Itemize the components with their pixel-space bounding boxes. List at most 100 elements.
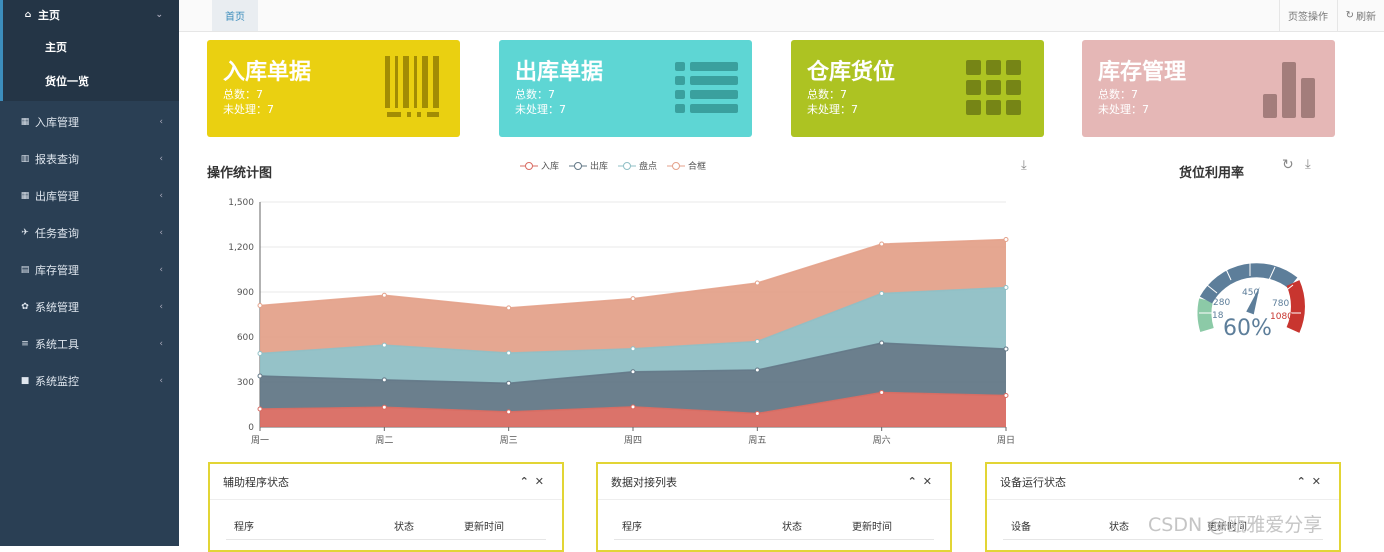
page-ops-button[interactable]: 页签操作 xyxy=(1279,0,1336,31)
list-icon xyxy=(675,62,738,113)
calculator-icon: ▦ xyxy=(20,190,30,201)
panel-title: 辅助程序状态 xyxy=(223,475,289,489)
card-locations[interactable]: 仓库货位 总数：7 未处理：7 xyxy=(791,40,1044,137)
refresh-label: 刷新 xyxy=(1356,12,1376,23)
sidebar-item-inbound[interactable]: ▦ 入库管理 ‹ xyxy=(0,103,179,140)
data-point xyxy=(506,305,512,311)
top-bar: 首页 页签操作 ↻ 刷新 xyxy=(179,0,1384,32)
data-point xyxy=(381,342,387,348)
card-title: 入库单据 xyxy=(223,60,312,85)
legend-label: 入库 xyxy=(541,162,560,172)
gauge-title: 货位利用率 xyxy=(1179,166,1245,181)
gauge-tick-label: 18 xyxy=(1212,311,1224,321)
sidebar-item-label: 系统管理 xyxy=(35,300,79,314)
card-total: 总数：7 xyxy=(807,88,847,101)
bar-chart-icon xyxy=(1263,62,1315,118)
sidebar-item-reports[interactable]: ▥ 报表查询 ‹ xyxy=(0,140,179,177)
card-outbound[interactable]: 出库单据 总数：7 未处理：7 xyxy=(499,40,752,137)
sidebar-subitem-locations[interactable]: 货位一览 xyxy=(3,64,179,98)
y-tick-label: 0 xyxy=(248,423,254,433)
data-point xyxy=(879,340,885,346)
refresh-icon: ↻ xyxy=(1345,10,1354,21)
refresh-button[interactable]: ↻ 刷新 xyxy=(1336,0,1384,31)
download-icon[interactable]: ⤓ xyxy=(1305,157,1311,172)
data-point xyxy=(630,346,636,352)
data-point xyxy=(1003,346,1009,352)
chevron-left-icon: ‹ xyxy=(159,338,163,349)
legend-label: 合框 xyxy=(688,162,707,172)
x-tick-label: 周六 xyxy=(873,434,891,446)
gauge-tick-label: 1080 xyxy=(1270,312,1293,322)
x-tick-label: 周一 xyxy=(251,435,269,446)
download-icon[interactable]: ⤓ xyxy=(1021,158,1027,173)
chevron-left-icon: ‹ xyxy=(159,116,163,127)
card-total: 总数：7 xyxy=(1098,88,1138,101)
legend-item[interactable]: 出库 xyxy=(569,159,608,172)
card-title: 出库单据 xyxy=(515,60,604,85)
legend-label: 出库 xyxy=(590,162,609,172)
data-point xyxy=(879,291,885,296)
sidebar-item-label: 入库管理 xyxy=(35,115,79,129)
tab-home[interactable]: 首页 xyxy=(212,0,258,31)
sidebar-item-label: 主页 xyxy=(38,9,60,22)
panel-title: 设备运行状态 xyxy=(1000,475,1066,489)
column-header: 状态 xyxy=(394,522,414,533)
legend-item[interactable]: 入库 xyxy=(520,159,559,172)
gauge-tick-label: 280 xyxy=(1213,298,1230,308)
data-point xyxy=(1003,393,1009,398)
sidebar-item-monitor[interactable]: ■ 系统监控 ‹ xyxy=(0,362,179,399)
sidebar-item-tools[interactable]: ≡ 系统工具 ‹ xyxy=(0,325,179,362)
bar-chart-icon: ▥ xyxy=(20,153,30,164)
panel-aux-program: 辅助程序状态 ⌃✕ 程序 状态 更新时间 xyxy=(208,462,564,552)
sidebar-item-inventory[interactable]: ▤ 库存管理 ‹ xyxy=(0,251,179,288)
home-icon: ⌂ xyxy=(24,10,32,20)
data-point xyxy=(506,350,512,356)
card-total: 总数：7 xyxy=(223,88,263,101)
data-point xyxy=(506,380,512,386)
sidebar-item-home[interactable]: ⌂ 主页 ⌄ xyxy=(3,0,179,30)
data-point xyxy=(381,404,387,410)
watermark: CSDN @瓯雅爱分享 xyxy=(1148,514,1323,536)
sidebar-item-outbound[interactable]: ▦ 出库管理 ‹ xyxy=(0,177,179,214)
sidebar-item-tasks[interactable]: ✈ 任务查询 ‹ xyxy=(0,214,179,251)
data-point xyxy=(630,369,636,375)
data-point xyxy=(630,404,636,410)
data-point xyxy=(381,377,387,383)
sidebar-item-label: 报表查询 xyxy=(35,152,79,166)
sidebar-subitem-home[interactable]: 主页 xyxy=(3,30,179,64)
column-header: 更新时间 xyxy=(464,522,504,533)
column-header: 程序 xyxy=(234,522,254,533)
card-title: 库存管理 xyxy=(1098,60,1187,85)
data-point xyxy=(754,339,760,344)
utilization-gauge: 450 280 780 18 1080 60% xyxy=(1197,261,1305,341)
y-tick-label: 600 xyxy=(237,333,254,343)
legend-item[interactable]: 盘点 xyxy=(618,159,657,172)
panel-controls[interactable]: ⌃✕ xyxy=(908,475,938,488)
data-point xyxy=(257,373,263,379)
card-inbound[interactable]: 入库单据 总数：7 未处理：7 xyxy=(207,40,460,137)
data-point xyxy=(754,280,760,286)
panel-controls[interactable]: ⌃✕ xyxy=(1297,475,1327,488)
sidebar-item-label: 系统监控 xyxy=(35,374,79,388)
sidebar-item-label: 库存管理 xyxy=(35,263,79,277)
calculator-icon: ▦ xyxy=(20,116,30,127)
book-icon: ▤ xyxy=(20,264,30,275)
chevron-left-icon: ‹ xyxy=(159,227,163,238)
legend-item[interactable]: 合框 xyxy=(667,159,706,172)
card-title: 仓库货位 xyxy=(807,60,896,85)
panel-controls[interactable]: ⌃✕ xyxy=(520,475,550,488)
card-pending: 未处理：7 xyxy=(807,103,858,116)
data-point xyxy=(1003,237,1009,242)
refresh-icon[interactable]: ↻ xyxy=(1282,157,1294,173)
panel-device-status: 设备运行状态 ⌃✕ 设备 状态 更新时间 xyxy=(985,462,1341,552)
gauge-tick-label: 780 xyxy=(1272,299,1289,309)
sidebar-item-system[interactable]: ✿ 系统管理 ‹ xyxy=(0,288,179,325)
sidebar-item-label: 出库管理 xyxy=(35,189,79,203)
x-tick-label: 周五 xyxy=(748,435,766,446)
card-pending: 未处理：7 xyxy=(223,103,274,116)
card-inventory[interactable]: 库存管理 总数：7 未处理：7 xyxy=(1082,40,1335,137)
operations-chart: 0 300 600 900 1,200 1,500 周一 周二 周三 周四 周五 周六 周日 xyxy=(228,198,1015,446)
divider xyxy=(226,539,546,540)
plane-icon: ✈ xyxy=(21,227,29,238)
column-header: 设备 xyxy=(1011,522,1031,533)
